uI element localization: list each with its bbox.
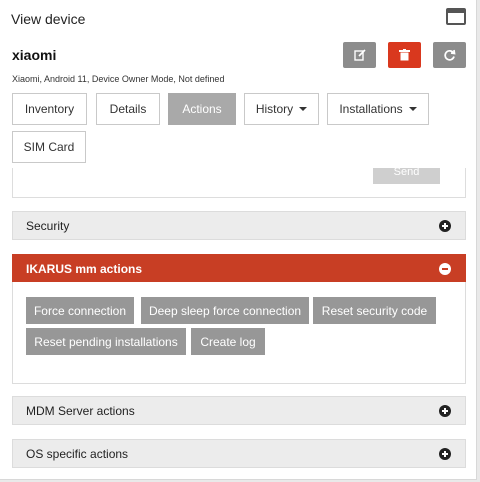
tab-installations[interactable]: Installations: [327, 93, 429, 125]
tab-actions[interactable]: Actions: [168, 93, 236, 125]
send-button[interactable]: Send: [373, 168, 440, 184]
tab-label: Actions: [182, 102, 222, 116]
plus-circle-icon: [439, 220, 451, 232]
tab-details[interactable]: Details: [96, 93, 160, 125]
tab-sim-card[interactable]: SIM Card: [12, 131, 86, 163]
delete-button[interactable]: [388, 42, 421, 68]
tab-inventory[interactable]: Inventory: [12, 93, 87, 125]
tab-label: Inventory: [24, 102, 75, 116]
tab-label: Installations: [339, 102, 403, 116]
ikarus-actions-body: Force connection Deep sleep force connec…: [12, 282, 466, 384]
force-connection-button[interactable]: Force connection: [26, 297, 134, 324]
view-device-panel: View device xiaomi Xiaomi, Android 11, D…: [0, 0, 477, 480]
section-security[interactable]: Security: [12, 211, 466, 240]
plus-circle-icon: [439, 448, 451, 460]
caret-down-icon: [408, 107, 417, 111]
section-title: IKARUS mm actions: [26, 261, 143, 276]
refresh-icon: [444, 49, 456, 61]
plus-circle-icon: [439, 405, 451, 417]
tab-label: Details: [109, 102, 147, 116]
tab-label: History: [255, 102, 294, 116]
section-ikarus-mm-actions[interactable]: IKARUS mm actions: [12, 254, 466, 283]
tab-history[interactable]: History: [244, 93, 319, 125]
device-info: Xiaomi, Android 11, Device Owner Mode, N…: [12, 74, 225, 84]
edit-button[interactable]: [343, 42, 376, 68]
previous-section-body: Send: [12, 168, 466, 198]
section-title: Security: [26, 218, 70, 233]
refresh-button[interactable]: [433, 42, 466, 68]
caret-down-icon: [299, 107, 308, 111]
tab-label: SIM Card: [23, 140, 75, 154]
deep-sleep-force-connection-button[interactable]: Deep sleep force connection: [141, 297, 309, 324]
minus-circle-icon: [439, 263, 451, 275]
trash-icon: [399, 49, 410, 61]
reset-pending-installations-button[interactable]: Reset pending installations: [26, 328, 186, 355]
create-log-button[interactable]: Create log: [191, 328, 265, 355]
section-os-specific-actions[interactable]: OS specific actions: [12, 439, 466, 468]
window-icon[interactable]: [446, 8, 466, 25]
section-mdm-server-actions[interactable]: MDM Server actions: [12, 396, 466, 425]
edit-icon: [353, 49, 366, 61]
section-title: OS specific actions: [26, 446, 129, 461]
device-name: xiaomi: [12, 47, 57, 63]
panel-title: View device: [11, 11, 86, 27]
reset-security-code-button[interactable]: Reset security code: [313, 297, 436, 324]
section-title: MDM Server actions: [26, 403, 135, 418]
